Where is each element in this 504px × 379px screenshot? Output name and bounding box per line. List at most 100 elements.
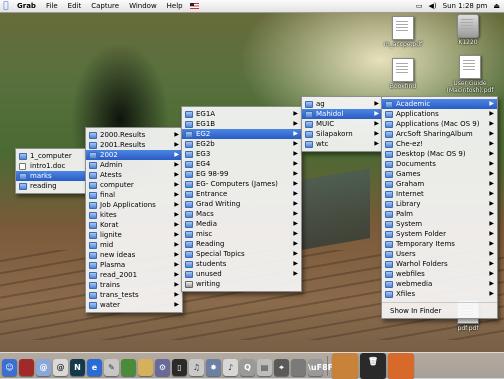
- menu-item[interactable]: EG1A ▶: [182, 109, 301, 119]
- menu-item[interactable]: Job Applications ▶: [86, 200, 182, 210]
- folder-stack-icon[interactable]: [332, 353, 358, 379]
- menu-item[interactable]: water ▶: [86, 300, 182, 310]
- desktop-icon-pdf[interactable]: m_accpe.pdf: [375, 16, 431, 48]
- menu-item[interactable]: Che-ez! ▶: [382, 139, 497, 149]
- menu-item[interactable]: writing: [182, 279, 301, 289]
- menu-item-selected[interactable]: Academic ▶: [382, 99, 497, 109]
- apple-icon[interactable]: \uF8FF: [308, 359, 339, 376]
- menu-item[interactable]: Xfiles ▶: [382, 289, 497, 299]
- grab-icon[interactable]: ⌖: [274, 359, 289, 376]
- menu-item[interactable]: System ▶: [382, 219, 497, 229]
- menu-item[interactable]: EG1B ▶: [182, 119, 301, 129]
- menu-item-selected[interactable]: marks: [16, 171, 86, 181]
- menu-item[interactable]: Reading ▶: [182, 239, 301, 249]
- menu-item[interactable]: Desktop (Mac OS 9) ▶: [382, 149, 497, 159]
- menu-item[interactable]: Palm ▶: [382, 209, 497, 219]
- menu-item[interactable]: Grad Writing ▶: [182, 199, 301, 209]
- menu-item[interactable]: trans_tests ▶: [86, 290, 182, 300]
- menu-item[interactable]: Entrance ▶: [182, 189, 301, 199]
- menu-item[interactable]: intro1.doc: [16, 161, 86, 171]
- menu-item[interactable]: webfiles ▶: [382, 269, 497, 279]
- menu-item[interactable]: Media ▶: [182, 219, 301, 229]
- netscape-icon[interactable]: N: [70, 359, 85, 376]
- menu-item[interactable]: 2001.Results ▶: [86, 140, 182, 150]
- terminal-icon[interactable]: ▯: [172, 359, 187, 376]
- menu-item[interactable]: ag ▶: [302, 99, 382, 109]
- menu-item[interactable]: Admin ▶: [86, 160, 182, 170]
- menu-window[interactable]: Window: [124, 0, 162, 12]
- menu-item[interactable]: computer ▶: [86, 180, 182, 190]
- menu-item[interactable]: MUIC ▶: [302, 119, 382, 129]
- menu-item[interactable]: Applications (Mac OS 9) ▶: [382, 119, 497, 129]
- menu-item[interactable]: final ▶: [86, 190, 182, 200]
- menu-item[interactable]: EG- Computers (James) ▶: [182, 179, 301, 189]
- menu-item[interactable]: wtc ▶: [302, 139, 382, 149]
- menu-item[interactable]: Plasma ▶: [86, 260, 182, 270]
- display-icon[interactable]: ▭: [416, 0, 423, 12]
- music-icon[interactable]: ♪: [223, 359, 238, 376]
- menu-edit[interactable]: Edit: [63, 0, 87, 12]
- menu-item[interactable]: misc ▶: [182, 229, 301, 239]
- eject-icon[interactable]: ⏏: [493, 0, 500, 12]
- menu-item[interactable]: Warhol Folders ▶: [382, 259, 497, 269]
- menu-item[interactable]: EG4 ▶: [182, 159, 301, 169]
- menu-item[interactable]: EG 98-99 ▶: [182, 169, 301, 179]
- input-menu-flag-icon[interactable]: [189, 3, 199, 9]
- menu-item[interactable]: Atests ▶: [86, 170, 182, 180]
- desktop-icon-bookfind[interactable]: Bookfind: [375, 58, 431, 90]
- menu-item[interactable]: Korat ▶: [86, 220, 182, 230]
- menu-item[interactable]: EG2b ▶: [182, 139, 301, 149]
- menu-item[interactable]: Library ▶: [382, 199, 497, 209]
- menu-item[interactable]: lignite ▶: [86, 230, 182, 240]
- printer-icon[interactable]: ▤: [257, 359, 272, 376]
- menu-item[interactable]: 1_computer: [16, 151, 86, 161]
- system-preferences-icon[interactable]: ⚙: [155, 359, 170, 376]
- preview-icon[interactable]: ✎: [104, 359, 119, 376]
- menu-item[interactable]: Internet ▶: [382, 189, 497, 199]
- menu-item[interactable]: Graham ▶: [382, 179, 497, 189]
- photo-icon[interactable]: [138, 359, 153, 376]
- documents-folder-icon[interactable]: [388, 353, 414, 379]
- menu-item[interactable]: students ▶: [182, 259, 301, 269]
- calculator-icon[interactable]: [291, 359, 306, 376]
- clock[interactable]: Sun 1:28 pm: [443, 0, 488, 12]
- menu-capture[interactable]: Capture: [86, 0, 124, 12]
- menu-item-selected[interactable]: Mahidol ▶: [302, 109, 382, 119]
- menu-item[interactable]: read_2001 ▶: [86, 270, 182, 280]
- menu-item[interactable]: kites ▶: [86, 210, 182, 220]
- menu-item[interactable]: Special Topics ▶: [182, 249, 301, 259]
- menu-app-grab[interactable]: Grab: [12, 0, 41, 12]
- menu-item-selected[interactable]: EG2 ▶: [182, 129, 301, 139]
- game-icon[interactable]: [121, 359, 136, 376]
- menu-item[interactable]: webmedia ▶: [382, 279, 497, 289]
- finder-icon[interactable]: ☺: [2, 359, 17, 376]
- desktop-icon-user-guide[interactable]: User Guide (Macintosh).pdf: [440, 55, 500, 94]
- menu-item[interactable]: EG3 ▶: [182, 149, 301, 159]
- apple-menu-icon[interactable]: : [0, 0, 12, 12]
- menu-item[interactable]: Silapakorn ▶: [302, 129, 382, 139]
- menu-file[interactable]: File: [41, 0, 63, 12]
- menu-item[interactable]: unused ▶: [182, 269, 301, 279]
- show-in-finder-item[interactable]: Show In Finder: [382, 306, 497, 316]
- menu-item[interactable]: Games ▶: [382, 169, 497, 179]
- menu-item[interactable]: Applications ▶: [382, 109, 497, 119]
- menu-item[interactable]: System Folder ▶: [382, 229, 497, 239]
- menu-item[interactable]: 2000.Results ▶: [86, 130, 182, 140]
- itunes-icon[interactable]: ♫: [189, 359, 204, 376]
- menu-item[interactable]: Documents ▶: [382, 159, 497, 169]
- volume-icon[interactable]: ◀): [429, 0, 437, 12]
- menu-item[interactable]: Temporary Items ▶: [382, 239, 497, 249]
- desktop-icon-disk[interactable]: K1220: [440, 14, 496, 46]
- internet-explorer-icon[interactable]: e: [87, 359, 102, 376]
- menu-item[interactable]: mid ▶: [86, 240, 182, 250]
- menu-item[interactable]: ArcSoft SharingAlbum ▶: [382, 129, 497, 139]
- menu-item[interactable]: trains ▶: [86, 280, 182, 290]
- imovie-icon[interactable]: ✸: [206, 359, 221, 376]
- menu-item-selected[interactable]: 2002 ▶: [86, 150, 182, 160]
- quicktime-icon[interactable]: Q: [240, 359, 255, 376]
- menu-item[interactable]: Users ▶: [382, 249, 497, 259]
- menu-item[interactable]: reading: [16, 181, 86, 191]
- mail-icon[interactable]: @: [36, 359, 51, 376]
- menu-item[interactable]: Macs ▶: [182, 209, 301, 219]
- menu-item[interactable]: new ideas ▶: [86, 250, 182, 260]
